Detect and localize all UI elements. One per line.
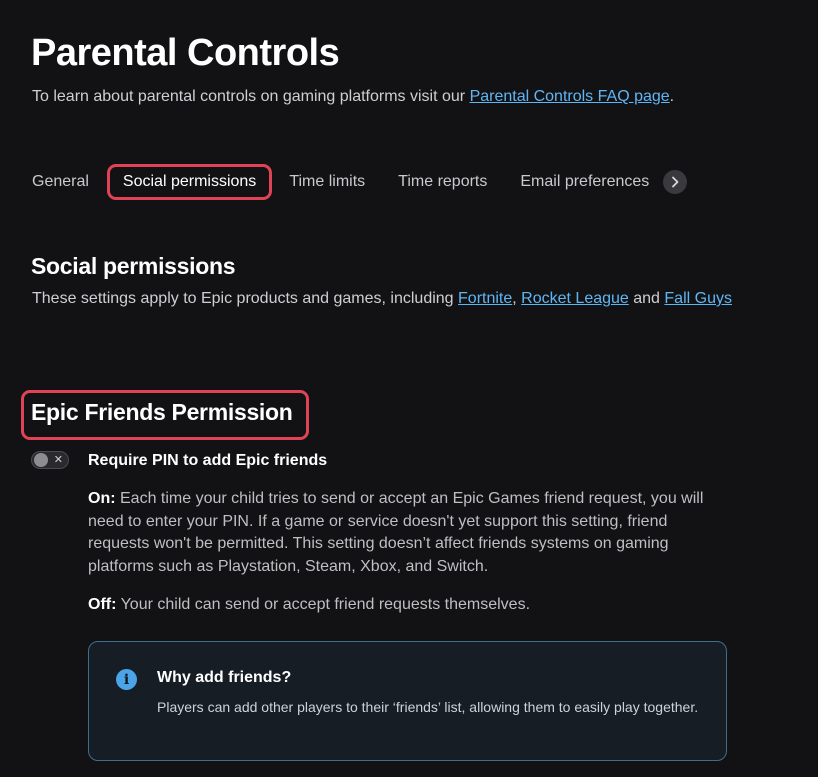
tab-time-limits[interactable]: Time limits [289,173,365,191]
on-text: Each time your child tries to send or ac… [88,490,704,575]
tab-time-reports[interactable]: Time reports [398,173,487,191]
social-permissions-heading: Social permissions [31,253,236,279]
intro-text-body: To learn about parental controls on gami… [32,88,470,105]
tab-bar: General Social permissions Time limits T… [32,163,688,201]
fortnite-link[interactable]: Fortnite [458,290,512,307]
chevron-right-icon[interactable] [663,170,688,194]
on-description: On: Each time your child tries to send o… [88,488,728,578]
require-pin-label: Require PIN to add Epic friends [88,452,328,469]
page-title: Parental Controls [31,32,340,74]
toggle-knob [34,453,48,467]
on-label: On: [88,490,116,507]
info-card-title: Why add friends? [157,669,292,686]
social-desc-comma: , [512,290,522,307]
intro-text-end: . [669,88,675,105]
social-desc-text: These settings apply to Epic products an… [32,290,459,307]
social-desc-and: and [628,290,665,307]
info-card-body: Players can add other players to their ‘… [157,699,699,715]
fall-guys-link[interactable]: Fall Guys [664,290,732,307]
info-icon: i [116,669,137,690]
parental-controls-faq-link[interactable]: Parental Controls FAQ page [470,88,670,105]
off-label: Off: [88,596,117,613]
tab-email-preferences[interactable]: Email preferences [520,173,649,191]
close-icon: ✕ [53,454,63,466]
why-add-friends-card: i Why add friends? Players can add other… [88,641,727,761]
rocket-league-link[interactable]: Rocket League [521,290,629,307]
parental-controls-page: Parental Controls To learn about parenta… [0,0,818,777]
tab-general[interactable]: General [32,173,89,191]
off-description: Off: Your child can send or accept frien… [88,594,728,616]
social-permissions-description: These settings apply to Epic products an… [32,288,732,310]
epic-friends-permission-heading: Epic Friends Permission [31,399,293,425]
intro-text: To learn about parental controls on gami… [32,86,732,108]
chevron-right-icon-glyph [672,176,679,188]
tab-social-permissions[interactable]: Social permissions [106,164,273,200]
require-pin-toggle[interactable]: ✕ [31,451,69,469]
off-text: Your child can send or accept friend req… [116,596,531,613]
